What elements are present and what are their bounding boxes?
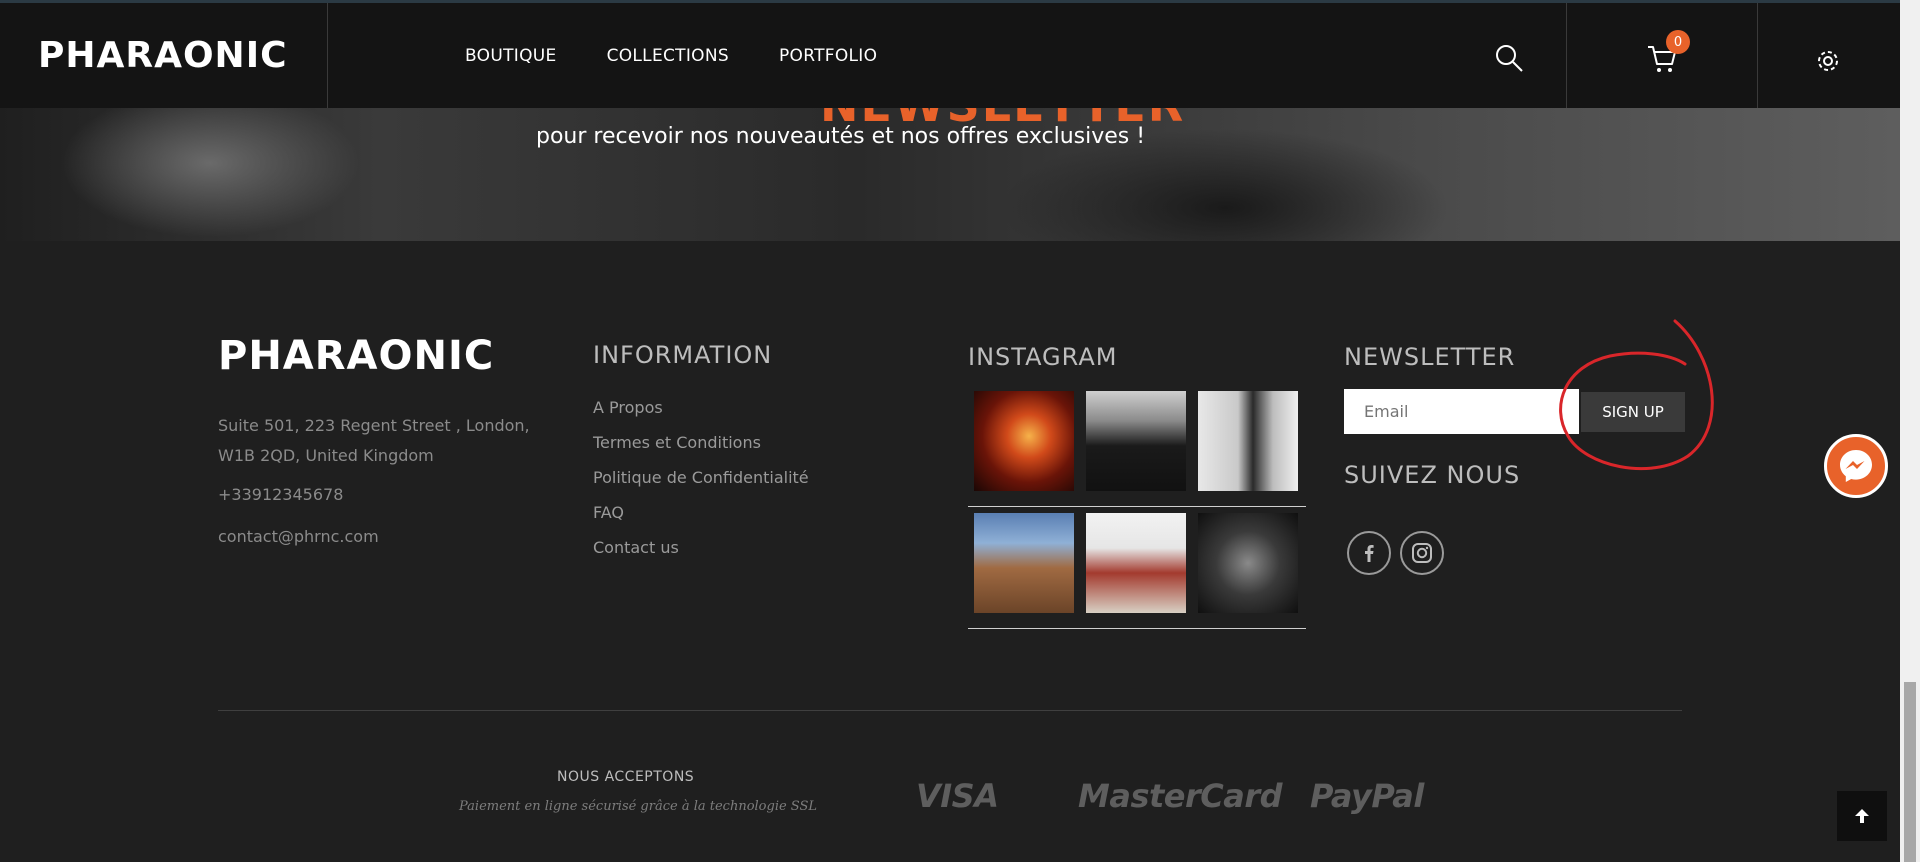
- nav-portfolio[interactable]: PORTFOLIO: [779, 46, 877, 66]
- site-logo: PHARAONIC: [38, 35, 288, 76]
- header-divider: [1757, 3, 1758, 108]
- facebook-link[interactable]: [1347, 531, 1391, 575]
- footer-email[interactable]: contact@phrnc.com: [218, 527, 379, 546]
- nav-boutique[interactable]: BOUTIQUE: [465, 46, 557, 66]
- instagram-row: [968, 513, 1306, 629]
- messenger-chat-button[interactable]: [1824, 434, 1888, 498]
- visa-logo: VISA: [916, 777, 999, 815]
- site-footer: PHARAONIC Suite 501, 223 Regent Street ,…: [0, 241, 1900, 862]
- link-contact[interactable]: Contact us: [593, 537, 809, 559]
- link-terms[interactable]: Termes et Conditions: [593, 432, 809, 454]
- main-nav: BOUTIQUE COLLECTIONS PORTFOLIO: [465, 3, 877, 108]
- instagram-icon: [1412, 543, 1432, 563]
- footer-logo[interactable]: PHARAONIC: [218, 333, 494, 379]
- banner-subtitle: pour recevoir nos nouveautés et nos offr…: [536, 124, 1146, 149]
- mastercard-logo: MasterCard: [1078, 777, 1283, 815]
- footer-phone[interactable]: +33912345678: [218, 485, 343, 504]
- link-a-propos[interactable]: A Propos: [593, 397, 809, 419]
- instagram-row: [968, 391, 1306, 507]
- instagram-title: INSTAGRAM: [968, 343, 1118, 371]
- facebook-icon: [1365, 545, 1374, 562]
- instagram-photo[interactable]: [1198, 391, 1298, 491]
- payment-title: NOUS ACCEPTONS: [557, 769, 695, 785]
- instagram-photo[interactable]: [1086, 391, 1186, 491]
- cart-count-badge: 0: [1666, 30, 1690, 54]
- follow-title: SUIVEZ NOUS: [1344, 461, 1521, 489]
- banner-background: [60, 108, 360, 238]
- information-links: A Propos Termes et Conditions Politique …: [593, 397, 809, 559]
- logo-link[interactable]: PHARAONIC: [0, 3, 328, 108]
- newsletter-banner: NEWSLETTER pour recevoir nos nouveautés …: [0, 108, 1900, 241]
- arrow-up-icon: [1855, 809, 1869, 823]
- sign-up-button[interactable]: SIGN UP: [1581, 392, 1685, 432]
- newsletter-email-input[interactable]: [1344, 389, 1579, 434]
- information-title: INFORMATION: [593, 341, 773, 369]
- instagram-photo[interactable]: [974, 513, 1074, 613]
- gear-icon[interactable]: [1813, 46, 1843, 76]
- link-privacy[interactable]: Politique de Confidentialité: [593, 467, 809, 489]
- site-header: PHARAONIC BOUTIQUE COLLECTIONS PORTFOLIO…: [0, 0, 1900, 108]
- back-to-top-button[interactable]: [1837, 791, 1887, 841]
- instagram-link[interactable]: [1400, 531, 1444, 575]
- header-divider: [1566, 3, 1567, 108]
- newsletter-title: NEWSLETTER: [1344, 343, 1516, 371]
- instagram-photo[interactable]: [1198, 513, 1298, 613]
- messenger-icon: [1840, 450, 1872, 482]
- paypal-logo: PayPal: [1310, 777, 1424, 815]
- search-icon[interactable]: [1494, 43, 1524, 73]
- link-faq[interactable]: FAQ: [593, 502, 809, 524]
- instagram-photo[interactable]: [1086, 513, 1186, 613]
- footer-address: Suite 501, 223 Regent Street , London, W…: [218, 416, 530, 465]
- scrollbar-thumb[interactable]: [1904, 682, 1916, 862]
- instagram-photo[interactable]: [974, 391, 1074, 491]
- instagram-grid: [968, 391, 1306, 635]
- footer-divider: [218, 710, 1682, 711]
- nav-collections[interactable]: COLLECTIONS: [607, 46, 729, 66]
- payment-subtitle: Paiement en ligne sécurisé grâce à la te…: [459, 799, 818, 814]
